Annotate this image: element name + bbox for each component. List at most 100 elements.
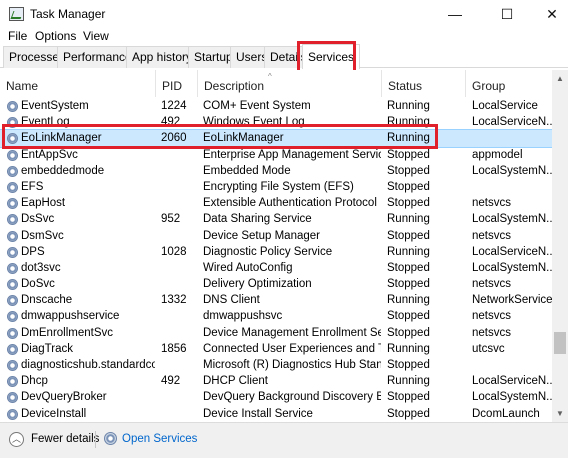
service-status: Running: [387, 342, 430, 355]
column-header-status[interactable]: Status: [381, 70, 465, 97]
service-name: EapHost: [21, 197, 66, 210]
service-group: netsvcs: [472, 229, 511, 242]
service-description: Enterprise App Management Service: [203, 148, 381, 161]
service-gear-icon: [7, 408, 18, 420]
service-gear-icon: [7, 181, 18, 193]
table-row[interactable]: EoLinkManager 2060 EoLinkManager Running: [0, 129, 553, 148]
table-row[interactable]: EFS Encrypting File System (EFS) Stopped: [0, 179, 552, 195]
service-status: Running: [387, 132, 430, 145]
table-row[interactable]: embeddedmode Embedded Mode Stopped LocalSys…: [0, 163, 552, 179]
vertical-scrollbar[interactable]: ▲ ▼: [552, 70, 568, 422]
service-gear-icon: [7, 165, 18, 177]
service-description: DHCP Client: [203, 375, 268, 388]
service-status: Stopped: [387, 359, 430, 371]
service-name: Dhcp: [21, 375, 48, 388]
table-row[interactable]: EventSystem 1224 COM+ Event System Running L…: [0, 98, 552, 114]
service-pid: 2060: [161, 132, 187, 145]
window-title: Task Manager: [30, 7, 106, 21]
menu-options[interactable]: Options: [35, 29, 76, 43]
service-status: Running: [387, 294, 430, 307]
service-status: Stopped: [387, 278, 430, 291]
table-row[interactable]: DeviceInstall Device Install Service Stopp…: [0, 406, 552, 422]
table-row[interactable]: Dnscache 1332 DNS Client Running NetworkServ…: [0, 292, 552, 308]
service-description: Device Management Enrollment Ser...: [203, 326, 381, 339]
service-description: Data Sharing Service: [203, 213, 312, 226]
service-group: appmodel: [472, 148, 523, 161]
minimize-button[interactable]: —: [433, 0, 477, 28]
scroll-up-icon[interactable]: ▲: [552, 70, 568, 87]
service-gear-icon: [7, 149, 18, 161]
scroll-down-icon[interactable]: ▼: [552, 405, 568, 422]
service-gear-icon: [7, 279, 18, 291]
column-header-name[interactable]: Name: [0, 70, 155, 97]
table-row[interactable]: DsSvc 952 Data Sharing Service Running Local…: [0, 211, 552, 227]
open-services-link[interactable]: Open Services: [122, 433, 197, 445]
service-status: Running: [387, 375, 430, 388]
service-description: Embedded Mode: [203, 164, 291, 177]
services-gear-icon: [104, 432, 117, 445]
table-row[interactable]: Dhcp 492 DHCP Client Running LocalServiceN..…: [0, 373, 552, 389]
chevron-up-icon[interactable]: ︿: [9, 432, 24, 447]
table-row[interactable]: EventLog 492 Windows Event Log Running Local…: [0, 114, 552, 130]
table-row[interactable]: DPS 1028 Diagnostic Policy Service Running L…: [0, 244, 552, 260]
column-header-group[interactable]: Group: [465, 70, 552, 97]
service-status: Stopped: [387, 148, 430, 161]
service-pid: 1224: [161, 100, 187, 112]
service-group: netsvcs: [472, 278, 511, 291]
service-description: Windows Event Log: [203, 116, 305, 129]
service-description: Device Install Service: [203, 407, 313, 420]
table-row[interactable]: EntAppSvc Enterprise App Management Servi…: [0, 147, 552, 163]
table-row[interactable]: DmEnrollmentSvc Device Management Enrollm…: [0, 325, 552, 341]
scroll-thumb[interactable]: [554, 332, 566, 354]
service-gear-icon: [7, 246, 18, 258]
table-body: EventSystem 1224 COM+ Event System Running L…: [0, 98, 553, 422]
service-gear-icon: [7, 117, 18, 129]
service-name: diagnosticshub.standardco...: [21, 359, 155, 371]
service-description: Extensible Authentication Protocol: [203, 197, 377, 210]
table-row[interactable]: DevQueryBroker DevQuery Background Discov…: [0, 389, 552, 405]
service-name: DsSvc: [21, 213, 55, 226]
fewer-details-link[interactable]: Fewer details: [31, 433, 99, 445]
services-table: ^ Name PID Description Status Group Even…: [0, 70, 568, 422]
service-description: Wired AutoConfig: [203, 261, 293, 274]
service-group: DcomLaunch: [472, 407, 540, 420]
service-description: DevQuery Background Discovery Br...: [203, 391, 381, 404]
service-status: Stopped: [387, 326, 430, 339]
menu-file[interactable]: File: [8, 29, 27, 43]
service-group: netsvcs: [472, 310, 511, 323]
service-name: DeviceInstall: [21, 407, 87, 420]
table-row[interactable]: diagnosticshub.standardco... Microsoft (R…: [0, 357, 552, 373]
service-description: dmwappushsvc: [203, 310, 283, 323]
table-row[interactable]: DsmSvc Device Setup Manager Stopped netsvcs: [0, 228, 552, 244]
maximize-button[interactable]: ☐: [485, 0, 529, 28]
column-header-description[interactable]: Description: [197, 70, 381, 97]
table-row[interactable]: DoSvc Delivery Optimization Stopped netsvcs: [0, 276, 552, 292]
service-pid: 1028: [161, 245, 187, 258]
service-description: COM+ Event System: [203, 100, 311, 112]
table-row[interactable]: dmwappushservice dmwappushsvc Stopped netsv…: [0, 308, 552, 324]
service-gear-icon: [7, 343, 18, 355]
close-button[interactable]: ✕: [530, 0, 568, 28]
service-name: DmEnrollmentSvc: [21, 326, 114, 339]
service-name: DevQueryBroker: [21, 391, 107, 404]
table-row[interactable]: DiagTrack 1856 Connected User Experiences …: [0, 341, 552, 357]
service-status: Stopped: [387, 407, 430, 420]
table-row[interactable]: dot3svc Wired AutoConfig Stopped LocalSyste…: [0, 260, 552, 276]
service-description: Encrypting File System (EFS): [203, 180, 354, 193]
service-group: LocalService: [472, 100, 538, 112]
service-description: Device Setup Manager: [203, 229, 320, 242]
service-group: NetworkService: [472, 294, 552, 307]
service-pid: 1856: [161, 342, 187, 355]
table-row[interactable]: EapHost Extensible Authentication Protoco…: [0, 195, 552, 211]
column-header-pid[interactable]: PID: [155, 70, 197, 97]
tab-services[interactable]: Services: [302, 44, 361, 69]
service-status: Running: [387, 116, 430, 129]
menu-view[interactable]: View: [83, 29, 109, 43]
service-pid: 492: [161, 375, 181, 388]
title-bar: Task Manager — ☐ ✕: [0, 0, 568, 28]
service-status: Stopped: [387, 310, 430, 323]
service-pid: 1332: [161, 294, 187, 307]
service-gear-icon: [7, 101, 18, 112]
service-gear-icon: [7, 392, 18, 404]
service-status: Running: [387, 245, 430, 258]
